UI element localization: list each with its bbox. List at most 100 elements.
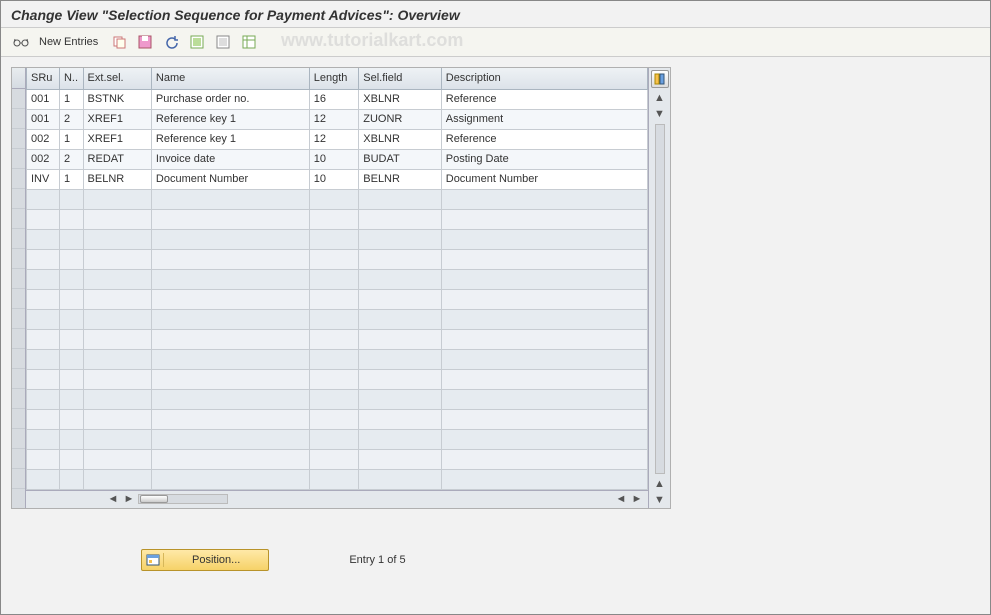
cell-n[interactable] (59, 429, 83, 449)
row-selector[interactable] (12, 409, 25, 429)
table-row[interactable] (27, 469, 648, 489)
cell-sru[interactable]: 001 (27, 109, 60, 129)
cell-n[interactable] (59, 209, 83, 229)
scroll-down-icon[interactable]: ▲ (653, 477, 667, 491)
cell-ext[interactable]: BELNR (83, 169, 151, 189)
cell-sel[interactable] (359, 209, 441, 229)
cell-n[interactable] (59, 249, 83, 269)
cell-name[interactable] (151, 269, 309, 289)
cell-ext[interactable] (83, 289, 151, 309)
table-row[interactable] (27, 389, 648, 409)
cell-ext[interactable]: REDAT (83, 149, 151, 169)
hscroll-track[interactable] (138, 494, 228, 504)
scroll-bottom-icon[interactable]: ▼ (653, 493, 667, 507)
table-row[interactable] (27, 449, 648, 469)
cell-name[interactable] (151, 249, 309, 269)
cell-name[interactable] (151, 449, 309, 469)
cell-name[interactable] (151, 409, 309, 429)
cell-n[interactable] (59, 309, 83, 329)
cell-sel[interactable] (359, 229, 441, 249)
row-selector[interactable] (12, 89, 25, 109)
col-header-sel[interactable]: Sel.field (359, 68, 441, 89)
cell-n[interactable] (59, 289, 83, 309)
cell-desc[interactable] (441, 329, 647, 349)
cell-desc[interactable] (441, 249, 647, 269)
cell-ext[interactable] (83, 349, 151, 369)
cell-sru[interactable] (27, 449, 60, 469)
cell-sel[interactable]: XBLNR (359, 89, 441, 109)
cell-sel[interactable] (359, 429, 441, 449)
row-selector[interactable] (12, 329, 25, 349)
table-row[interactable] (27, 189, 648, 209)
cell-name[interactable] (151, 349, 309, 369)
cell-length[interactable] (309, 349, 358, 369)
cell-sel[interactable] (359, 329, 441, 349)
cell-ext[interactable] (83, 189, 151, 209)
cell-name[interactable] (151, 189, 309, 209)
cell-desc[interactable] (441, 469, 647, 489)
row-selector[interactable] (12, 189, 25, 209)
row-selector[interactable] (12, 429, 25, 449)
cell-ext[interactable] (83, 409, 151, 429)
cell-desc[interactable] (441, 349, 647, 369)
cell-ext[interactable] (83, 309, 151, 329)
cell-sel[interactable] (359, 189, 441, 209)
cell-n[interactable]: 1 (59, 89, 83, 109)
col-header-ext[interactable]: Ext.sel. (83, 68, 151, 89)
configure-columns-icon[interactable] (651, 70, 669, 88)
cell-sru[interactable] (27, 329, 60, 349)
cell-n[interactable] (59, 469, 83, 489)
cell-desc[interactable] (441, 309, 647, 329)
cell-desc[interactable]: Assignment (441, 109, 647, 129)
table-row[interactable] (27, 429, 648, 449)
cell-sel[interactable]: BELNR (359, 169, 441, 189)
row-selector[interactable] (12, 129, 25, 149)
cell-ext[interactable]: XREF1 (83, 129, 151, 149)
cell-name[interactable] (151, 469, 309, 489)
cell-length[interactable] (309, 229, 358, 249)
cell-name[interactable]: Reference key 1 (151, 129, 309, 149)
cell-sru[interactable] (27, 429, 60, 449)
cell-length[interactable]: 12 (309, 129, 358, 149)
cell-sel[interactable]: XBLNR (359, 129, 441, 149)
table-row[interactable] (27, 349, 648, 369)
cell-ext[interactable] (83, 449, 151, 469)
cell-sru[interactable] (27, 389, 60, 409)
cell-n[interactable] (59, 349, 83, 369)
cell-length[interactable] (309, 289, 358, 309)
cell-length[interactable] (309, 269, 358, 289)
cell-sel[interactable] (359, 389, 441, 409)
cell-desc[interactable]: Document Number (441, 169, 647, 189)
cell-desc[interactable] (441, 229, 647, 249)
cell-name[interactable] (151, 209, 309, 229)
table-row[interactable] (27, 409, 648, 429)
cell-desc[interactable]: Posting Date (441, 149, 647, 169)
cell-length[interactable]: 10 (309, 169, 358, 189)
table-row[interactable] (27, 209, 648, 229)
table-row[interactable] (27, 329, 648, 349)
cell-n[interactable] (59, 369, 83, 389)
cell-n[interactable] (59, 409, 83, 429)
cell-sru[interactable] (27, 229, 60, 249)
row-selector[interactable] (12, 249, 25, 269)
cell-sru[interactable] (27, 269, 60, 289)
cell-n[interactable] (59, 389, 83, 409)
cell-desc[interactable]: Reference (441, 129, 647, 149)
save-icon[interactable] (134, 32, 156, 52)
cell-length[interactable] (309, 429, 358, 449)
cell-desc[interactable] (441, 289, 647, 309)
cell-sru[interactable] (27, 309, 60, 329)
cell-n[interactable]: 2 (59, 149, 83, 169)
cell-length[interactable] (309, 209, 358, 229)
cell-length[interactable] (309, 249, 358, 269)
cell-name[interactable]: Purchase order no. (151, 89, 309, 109)
row-selector[interactable] (12, 369, 25, 389)
deselect-all-icon[interactable] (212, 32, 234, 52)
scroll-right-end-icon[interactable]: ► (630, 492, 644, 506)
cell-name[interactable] (151, 369, 309, 389)
row-selector[interactable] (12, 349, 25, 369)
cell-sru[interactable] (27, 349, 60, 369)
row-selector[interactable] (12, 149, 25, 169)
cell-sel[interactable] (359, 349, 441, 369)
cell-sru[interactable]: INV (27, 169, 60, 189)
